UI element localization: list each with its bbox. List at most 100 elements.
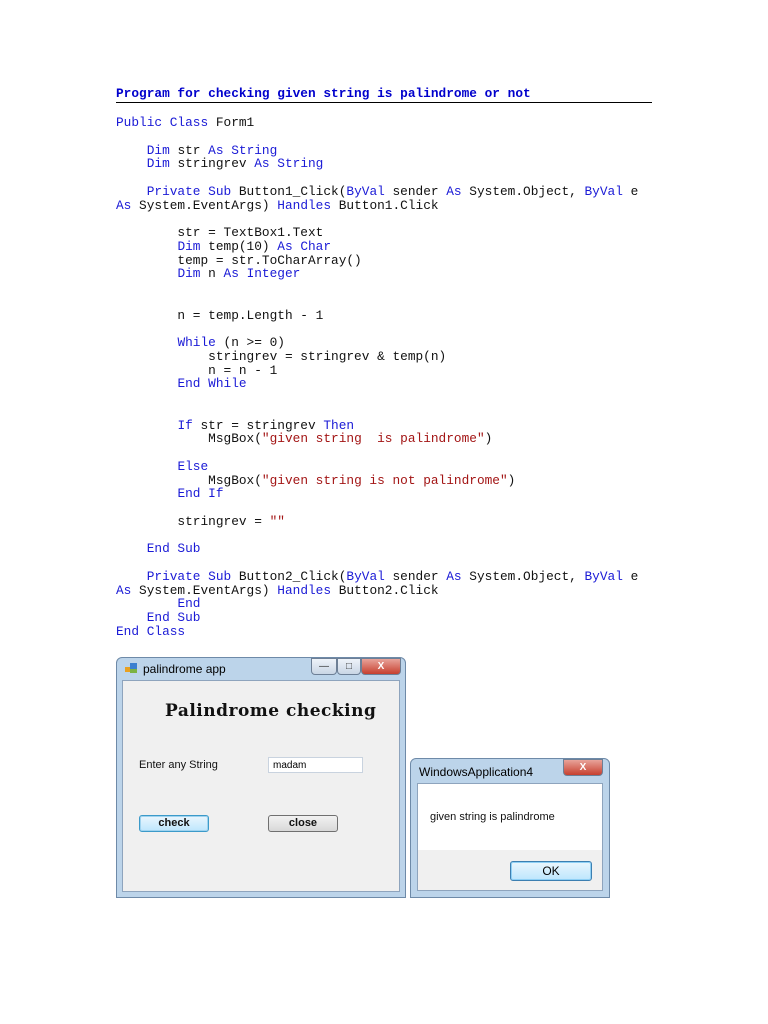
close-button[interactable]: close [268,815,338,832]
code-line: Dim str As String [116,142,638,158]
string-label: Enter any String [139,759,218,771]
title-bar[interactable]: palindrome app — □ X [117,658,405,680]
code-text: str [169,142,209,158]
code-keyword: End If [177,486,224,502]
code-text: System.EventArgs) [131,197,278,213]
app-icon [125,663,137,673]
code-text: e [622,183,639,199]
code-line: End Class [116,624,638,639]
string-input[interactable]: madam [268,757,363,773]
code-text: Button2.Click [331,582,439,598]
code-keyword: Handles [277,197,332,213]
code-keyword: End Sub [146,610,201,625]
code-keyword: As [116,197,132,213]
code-line: Else [116,458,638,474]
code-text: Button1_Click( [231,183,347,199]
code-keyword: End [177,596,201,612]
code-line: While (n >= 0) [116,336,638,350]
maximize-button[interactable]: □ [337,658,361,675]
code-line: stringrev = "" [116,513,638,529]
code-text: MsgBox( [116,431,262,447]
title-underline [116,102,652,103]
code-keyword: Dim [177,238,201,254]
code-line: MsgBox("given string is not palindrome") [116,472,638,488]
code-text: e [622,568,639,584]
code-keyword: As String [208,142,278,158]
code-line: End Sub [116,611,638,625]
code-text: n [200,266,224,282]
code-line: If str = stringrev Then [116,417,638,433]
code-text: sender [384,568,447,584]
code-text: Button2_Click( [231,568,347,584]
code-text: System.Object, [461,568,585,584]
code-keyword: As [446,183,462,199]
message-box-close-button[interactable]: X [563,759,603,776]
code-line: End Sub [116,542,638,556]
minimize-button[interactable]: — [311,658,337,675]
code-keyword: Dim [177,266,201,282]
close-window-button[interactable]: X [361,658,401,675]
code-keyword: Private Sub [146,183,232,199]
code-keyword: ByVal [584,568,623,584]
code-line: n = n - 1 [116,363,638,378]
form-heading: Palindrome checking [165,701,377,721]
code-keyword: End Sub [146,541,201,557]
code-keyword: ByVal [346,183,385,199]
code-line: stringrev = stringrev & temp(n) [116,349,638,364]
code-text: str = stringrev [192,417,324,433]
code-string: "" [269,513,285,529]
code-line: Private Sub Button1_Click(ByVal sender A… [116,183,639,199]
code-keyword: Dim [146,142,170,158]
code-text: ) [484,431,493,447]
code-keyword: Dim [146,156,170,172]
code-keyword: As Integer [223,266,301,282]
code-text: str = TextBox1.Text [116,225,324,240]
code-line: MsgBox("given string is palindrome") [116,432,638,446]
code-line: As System.EventArgs) Handles Button2.Cli… [116,582,638,598]
message-text: given string is palindrome [430,811,555,823]
code-line: End While [116,377,638,391]
code-text: (n >= 0) [215,335,285,350]
message-box: WindowsApplication4 X given string is pa… [410,758,610,898]
code-line: str = TextBox1.Text [116,226,638,240]
code-text: stringrev = [116,513,270,529]
code-keyword: As [446,568,462,584]
code-text: n = temp.Length - 1 [116,307,324,323]
code-keyword: As String [254,156,324,172]
code-listing: Public Class Form1 Dim str As String Dim… [116,116,638,639]
code-string: "given string is palindrome" [261,431,485,447]
code-line: End If [116,487,638,501]
code-keyword: Handles [277,582,332,598]
code-text: ) [507,472,516,488]
code-keyword: Else [177,458,209,474]
code-line: Dim stringrev As String [116,157,638,171]
ok-button[interactable]: OK [510,861,592,881]
code-keyword: As Char [277,238,332,254]
code-keyword: Public Class [116,115,209,130]
code-keyword: ByVal [346,568,385,584]
check-button[interactable]: check [139,815,209,832]
code-keyword: While [177,335,216,350]
